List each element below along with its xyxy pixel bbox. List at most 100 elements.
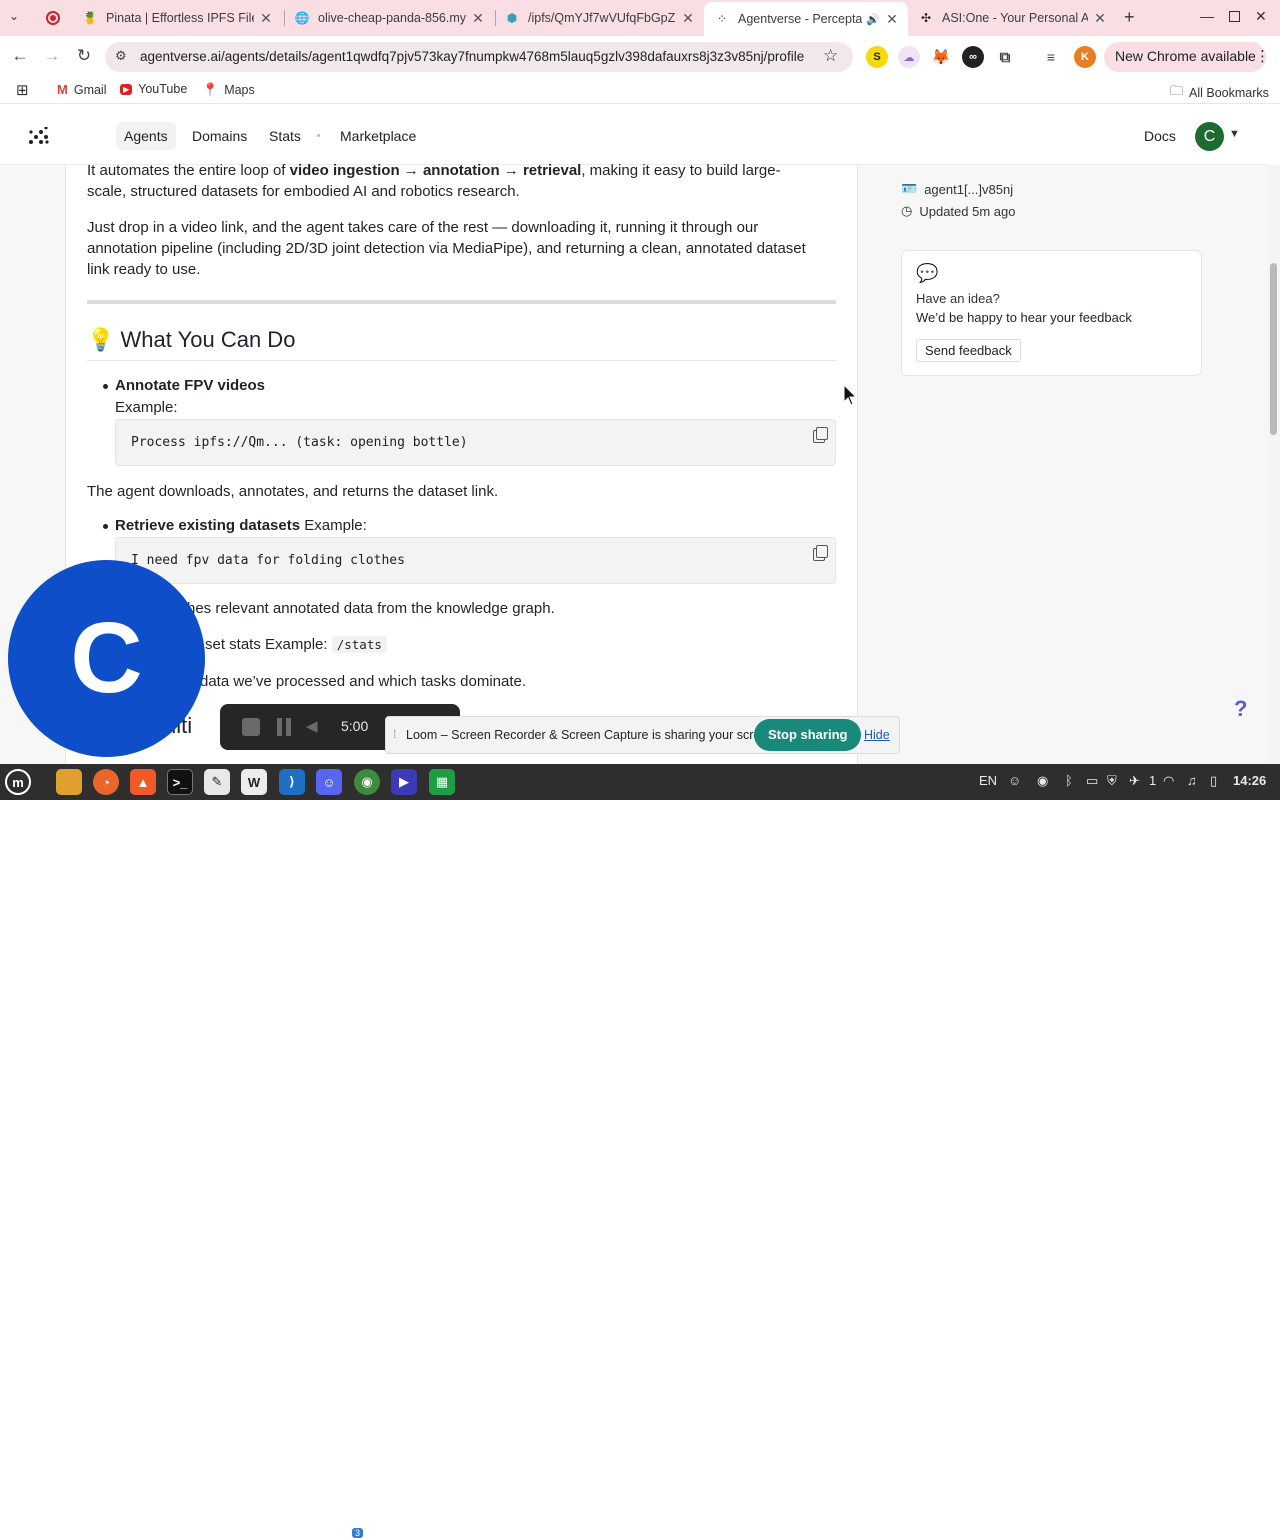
close-window-icon[interactable]: ✕	[1255, 8, 1267, 25]
reload-icon[interactable]: ↻	[72, 44, 96, 68]
clock: 14:26	[1233, 773, 1267, 788]
discord-icon[interactable]: ☺	[316, 769, 342, 795]
gmail-icon: M	[57, 82, 68, 97]
vscode-icon[interactable]: ⟩	[279, 769, 305, 795]
help-icon[interactable]: ?	[1234, 696, 1247, 722]
firefox-icon[interactable]: ◔	[93, 769, 119, 795]
docs-link[interactable]: Docs	[1136, 122, 1184, 150]
nav-agents[interactable]: Agents	[116, 122, 176, 150]
bookmark-youtube[interactable]: ▶ YouTube	[120, 82, 187, 96]
files-icon[interactable]	[56, 769, 82, 795]
music-icon[interactable]: ♫	[1187, 773, 1197, 788]
all-bookmarks[interactable]: 🗀 All Bookmarks	[1170, 82, 1269, 104]
tab-strip: ⌄ 🍍 Pinata | Effortless IPFS File ✕ 🌐 ol…	[0, 0, 1280, 36]
discord-tray-icon[interactable]: ☺	[1008, 773, 1021, 788]
hide-link[interactable]: Hide	[864, 728, 890, 742]
tab-asi-one[interactable]: ✣ ASI:One - Your Personal AI ✕	[908, 4, 1116, 32]
wifi-icon[interactable]: ◠	[1163, 773, 1174, 789]
clipboard-icon[interactable]: ▭	[1086, 773, 1098, 789]
new-tab-icon[interactable]: +	[1124, 7, 1135, 28]
terminal-icon[interactable]: >_	[167, 769, 193, 795]
id-card-icon: 🪪	[901, 181, 918, 196]
pause-icon[interactable]	[277, 718, 291, 736]
extension-s-icon[interactable]: S	[866, 46, 888, 68]
section-heading: 💡 What You Can Do	[87, 327, 296, 352]
close-tab-icon[interactable]: ✕	[1092, 10, 1108, 27]
record-icon[interactable]	[46, 11, 60, 25]
notification-count: 1	[1149, 773, 1157, 788]
extensions-puzzle-icon[interactable]: ⧉	[994, 46, 1016, 68]
tab-pinata[interactable]: 🍍 Pinata | Effortless IPFS File ✕	[72, 4, 282, 32]
media-player-icon[interactable]: ▶	[391, 769, 417, 795]
mute-icon[interactable]: ◀	[306, 717, 318, 735]
nav-marketplace[interactable]: Marketplace	[332, 122, 424, 150]
bluetooth-icon[interactable]: ᛒ	[1065, 773, 1073, 788]
loom-camera-bubble[interactable]: C	[8, 560, 205, 757]
notification-icon[interactable]: ✈	[1129, 773, 1140, 789]
bookmark-gmail[interactable]: M Gmail	[57, 82, 107, 97]
bookmark-maps[interactable]: 📍 Maps	[202, 82, 255, 98]
restore-icon[interactable]	[1229, 11, 1240, 22]
extension-cloud-icon[interactable]: ☁	[898, 46, 920, 68]
stop-sharing-button[interactable]: Stop sharing	[754, 719, 862, 751]
keyboard-layout[interactable]: EN	[979, 773, 997, 788]
agentverse-logo-icon[interactable]	[28, 126, 50, 145]
wps-icon[interactable]: W	[241, 769, 267, 795]
tab-olive[interactable]: 🌐 olive-cheap-panda-856.myp ✕	[284, 4, 494, 32]
feedback-card: 💬 Have an idea? We’d be happy to hear yo…	[901, 250, 1202, 376]
site-info-icon[interactable]: ⚙	[115, 48, 127, 64]
brave-icon[interactable]: ▲	[130, 769, 156, 795]
copy-icon[interactable]	[813, 427, 828, 443]
bookmark-star-icon[interactable]: ☆	[823, 46, 838, 66]
user-avatar[interactable]: C	[1195, 122, 1224, 151]
close-tab-icon[interactable]: ✕	[470, 10, 486, 27]
address-bar[interactable]: ⚙ agentverse.ai/agents/details/agent1qwd…	[105, 42, 853, 72]
agentverse-icon: ⁘	[716, 12, 728, 26]
apps-grid-icon[interactable]: ⊞	[16, 81, 29, 99]
page-scrollbar[interactable]	[1268, 165, 1280, 765]
chrome-badge: 3	[352, 1528, 364, 1538]
item-stats: set stats Example: /stats	[205, 636, 387, 653]
media-control-icon[interactable]: ≡	[1040, 46, 1062, 68]
stop-recording-icon[interactable]	[242, 718, 260, 736]
user-menu-caret-icon[interactable]: ▼	[1229, 128, 1240, 140]
profile-avatar[interactable]: K	[1074, 46, 1096, 68]
editor-icon[interactable]: ✎	[204, 769, 230, 795]
mint-menu-icon[interactable]: m	[5, 769, 31, 795]
spreadsheet-icon[interactable]: ▦	[429, 769, 455, 795]
chrome-icon[interactable]: ◉	[354, 769, 380, 795]
maps-pin-icon: 📍	[202, 82, 219, 97]
forward-icon[interactable]: →	[40, 44, 64, 68]
menu-dots-icon[interactable]: ⋮	[1255, 47, 1270, 65]
agent-address[interactable]: 🪪 agent1[...]v85nj	[901, 181, 1013, 197]
send-feedback-button[interactable]: Send feedback	[916, 339, 1021, 362]
scroll-thumb[interactable]	[1270, 263, 1277, 435]
tab-agentverse[interactable]: ⁘ Agentverse - Percepta D 🔊 ✕	[704, 2, 908, 36]
shield-icon[interactable]: ⛨	[1107, 773, 1117, 789]
back-icon[interactable]: ←	[8, 44, 32, 68]
close-tab-icon[interactable]: ✕	[884, 11, 900, 28]
tab-ipfs[interactable]: ⬢ /ipfs/QmYJf7wVUfqFbGpZ7 ✕	[494, 4, 704, 32]
audio-icon[interactable]: 🔊	[866, 13, 880, 26]
close-tab-icon[interactable]: ✕	[258, 10, 274, 27]
heading-underline	[87, 360, 836, 361]
tab-search-chevron-icon[interactable]: ⌄	[9, 9, 19, 23]
site-header: Agents Domains Stats Marketplace Docs C …	[0, 105, 1268, 165]
close-tab-icon[interactable]: ✕	[680, 10, 696, 27]
extension-infinity-icon[interactable]: ∞	[962, 46, 984, 68]
nav-stats[interactable]: Stats	[261, 122, 309, 150]
item-annotate-title: Annotate FPV videos	[115, 377, 266, 394]
copy-icon[interactable]	[813, 545, 828, 561]
item-annotate-example-label: Example:	[115, 399, 178, 416]
new-chrome-available-button[interactable]: New Chrome available ⋮	[1104, 42, 1270, 72]
updated-time: ◷ Updated 5m ago	[901, 203, 1016, 219]
globe-icon: 🌐	[294, 11, 310, 25]
chrome-tray-icon[interactable]: ◉	[1037, 773, 1048, 789]
minimize-icon[interactable]: —	[1200, 8, 1214, 24]
metamask-icon[interactable]: 🦊	[930, 46, 952, 68]
mouse-cursor-icon	[843, 383, 859, 411]
battery-icon[interactable]: ▯	[1210, 773, 1217, 789]
nav-domains[interactable]: Domains	[184, 122, 255, 150]
drag-handle-icon[interactable]: ⁞	[393, 727, 396, 741]
paragraph-downloads: The agent downloads, annotates, and retu…	[87, 483, 499, 500]
